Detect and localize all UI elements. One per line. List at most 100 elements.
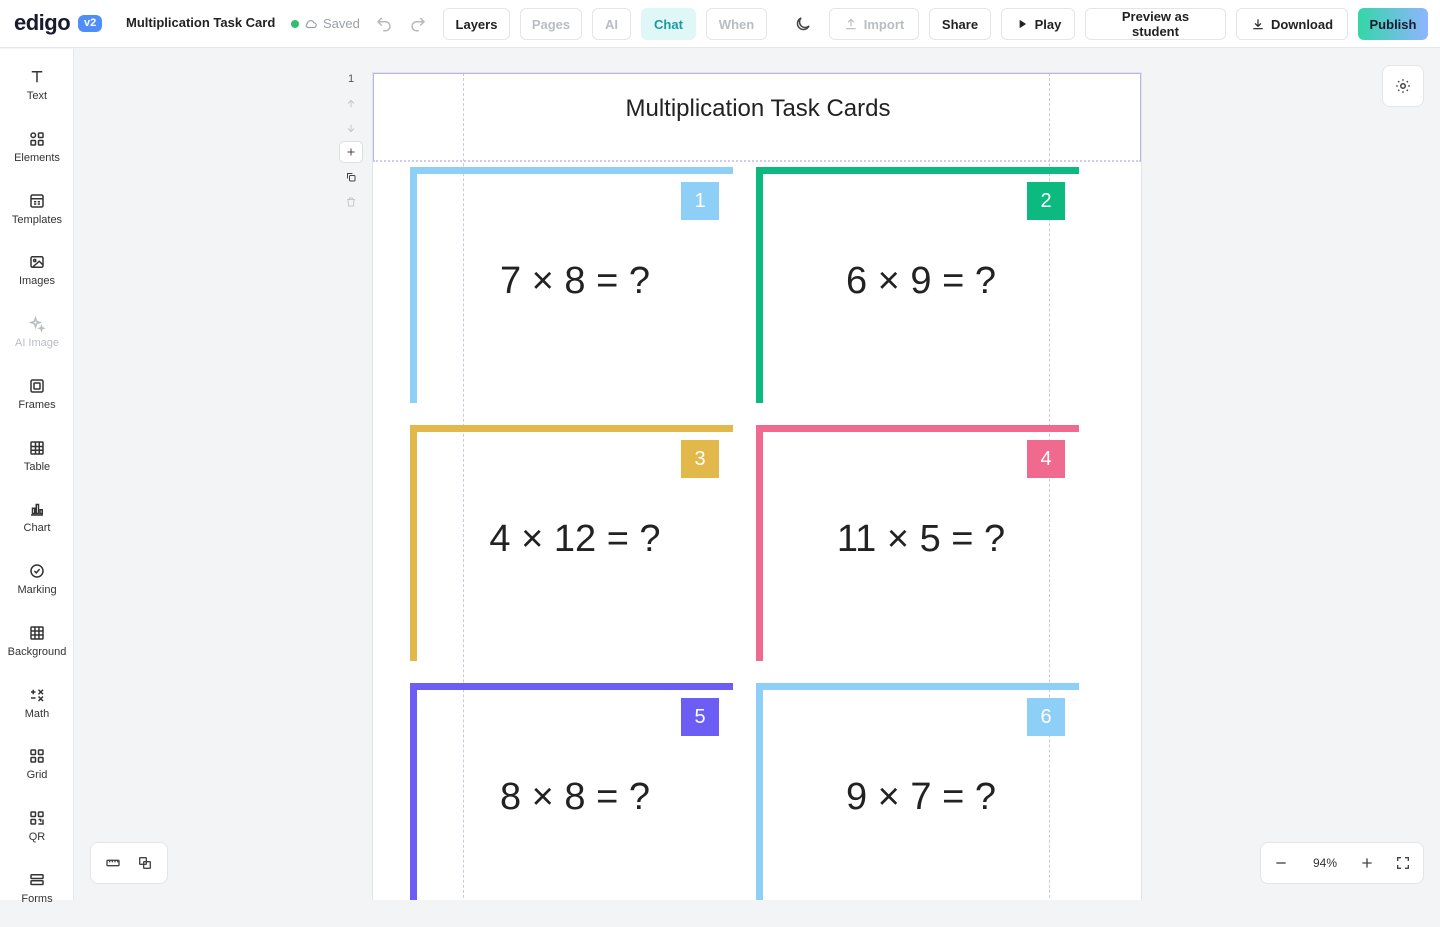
card-top-border <box>756 683 1079 690</box>
card-top-border <box>410 425 733 432</box>
sidebar-item-label: Templates <box>11 214 63 226</box>
top-toolbar: edigo v2 Multiplication Task Cards Saved… <box>0 0 1440 48</box>
task-card-3[interactable]: 3 4 × 12 = ? <box>410 425 733 661</box>
card-top-border <box>756 167 1079 174</box>
sidebar-item-label: Background <box>7 646 67 658</box>
canvas-tools <box>90 842 168 884</box>
sidebar-item-text[interactable]: Text <box>0 68 74 124</box>
sidebar-item-math[interactable]: Math <box>0 686 74 742</box>
canvas-workspace[interactable]: 1 Multiplication Task Cards 1 7 × 8 = ? <box>74 49 1440 900</box>
delete-page-button[interactable] <box>339 191 363 213</box>
task-card-1[interactable]: 1 7 × 8 = ? <box>410 167 733 403</box>
page-settings-button[interactable] <box>1382 65 1424 107</box>
layers-button[interactable]: Layers <box>443 8 510 40</box>
sidebar-item-label: AI Image <box>14 337 60 349</box>
sidebar-item-forms[interactable]: Forms <box>0 871 74 927</box>
add-page-button[interactable] <box>339 141 363 163</box>
ai-button[interactable]: AI <box>592 8 631 40</box>
card-left-border <box>410 683 417 900</box>
sidebar-item-label: Math <box>24 708 50 720</box>
zoom-in-icon[interactable] <box>1359 855 1375 871</box>
card-question[interactable]: 7 × 8 = ? <box>417 260 733 303</box>
preview-as-student-button[interactable]: Preview as student <box>1085 8 1226 40</box>
cloud-icon <box>305 19 317 28</box>
title-text-box[interactable]: Multiplication Task Cards <box>373 73 1141 162</box>
upload-icon <box>846 18 856 30</box>
sidebar-item-background[interactable]: Background <box>0 624 74 680</box>
download-button[interactable]: Download <box>1236 8 1348 40</box>
check-circle-icon <box>30 564 44 578</box>
qr-icon <box>30 811 44 825</box>
ruler-icon[interactable] <box>105 855 121 871</box>
sidebar-item-table[interactable]: Table <box>0 439 74 495</box>
card-top-border <box>410 167 733 174</box>
sidebar-item-templates[interactable]: Templates <box>0 192 74 248</box>
status-dot <box>291 19 299 28</box>
card-question[interactable]: 11 × 5 = ? <box>763 518 1079 561</box>
grid-icon <box>30 749 44 763</box>
text-icon <box>31 71 43 83</box>
document-title[interactable]: Multiplication Task Cards <box>126 15 276 30</box>
task-card-4[interactable]: 4 11 × 5 = ? <box>756 425 1079 661</box>
sidebar-item-frames[interactable]: Frames <box>0 377 74 433</box>
sidebar-item-chart[interactable]: Chart <box>0 500 74 556</box>
card-number-badge: 6 <box>1027 698 1065 736</box>
play-label: Play <box>1034 16 1062 32</box>
background-icon <box>30 626 44 640</box>
sidebar-item-ai-image[interactable]: AI Image <box>0 315 74 371</box>
download-icon <box>1253 19 1263 30</box>
shapes-icon[interactable] <box>137 855 153 871</box>
dark-mode-icon[interactable] <box>794 15 812 33</box>
duplicate-page-button[interactable] <box>339 166 363 188</box>
card-left-border <box>410 167 417 403</box>
card-left-border <box>756 167 763 403</box>
card-question[interactable]: 6 × 9 = ? <box>763 260 1079 303</box>
task-card-2[interactable]: 2 6 × 9 = ? <box>756 167 1079 403</box>
card-question[interactable]: 9 × 7 = ? <box>763 776 1079 819</box>
sidebar-item-label: Grid <box>26 769 48 781</box>
card-question[interactable]: 8 × 8 = ? <box>417 776 733 819</box>
card-question[interactable]: 4 × 12 = ? <box>417 518 733 561</box>
zoom-level[interactable]: 94% <box>1301 856 1349 870</box>
import-label: Import <box>863 16 905 32</box>
publish-button[interactable]: Publish <box>1358 8 1428 40</box>
chat-button[interactable]: Chat <box>641 8 696 40</box>
image-icon <box>30 256 44 268</box>
pages-button[interactable]: Pages <box>520 8 582 40</box>
card-left-border <box>756 683 763 900</box>
sidebar-item-marking[interactable]: Marking <box>0 562 74 618</box>
app-logo[interactable]: edigo <box>14 10 71 36</box>
card-left-border <box>756 425 763 661</box>
zoom-out-icon[interactable] <box>1273 855 1289 871</box>
sidebar-item-qr[interactable]: QR <box>0 809 74 865</box>
import-button[interactable]: Import <box>829 8 919 40</box>
page-title[interactable]: Multiplication Task Cards <box>374 95 1142 123</box>
page-number: 1 <box>347 73 355 85</box>
frame-icon <box>30 379 44 393</box>
gear-icon <box>1396 79 1410 93</box>
sidebar-item-grid[interactable]: Grid <box>0 747 74 803</box>
version-badge: v2 <box>78 15 103 32</box>
download-label: Download <box>1270 16 1334 32</box>
task-card-5[interactable]: 5 8 × 8 = ? <box>410 683 733 900</box>
document-page[interactable]: Multiplication Task Cards 1 7 × 8 = ? 2 … <box>373 73 1141 900</box>
card-number-badge: 4 <box>1027 440 1065 478</box>
card-number-badge: 5 <box>681 698 719 736</box>
move-page-up-button[interactable] <box>339 93 363 115</box>
sidebar-item-label: Frames <box>18 399 56 411</box>
undo-icon[interactable] <box>375 15 393 33</box>
save-status-label: Saved <box>323 16 360 31</box>
when-button[interactable]: When <box>706 8 767 40</box>
move-page-down-button[interactable] <box>339 117 363 139</box>
redo-icon[interactable] <box>409 15 427 33</box>
sidebar-item-label: Forms <box>21 893 53 905</box>
copy-icon <box>347 173 356 182</box>
share-button[interactable]: Share <box>929 8 991 40</box>
sidebar-item-images[interactable]: Images <box>0 253 74 309</box>
sidebar-item-label: Images <box>18 275 56 287</box>
task-card-6[interactable]: 6 9 × 7 = ? <box>756 683 1079 900</box>
play-button[interactable]: Play <box>1001 8 1075 40</box>
plus-icon <box>347 148 355 156</box>
fullscreen-icon[interactable] <box>1395 855 1411 871</box>
sidebar-item-elements[interactable]: Elements <box>0 130 74 186</box>
